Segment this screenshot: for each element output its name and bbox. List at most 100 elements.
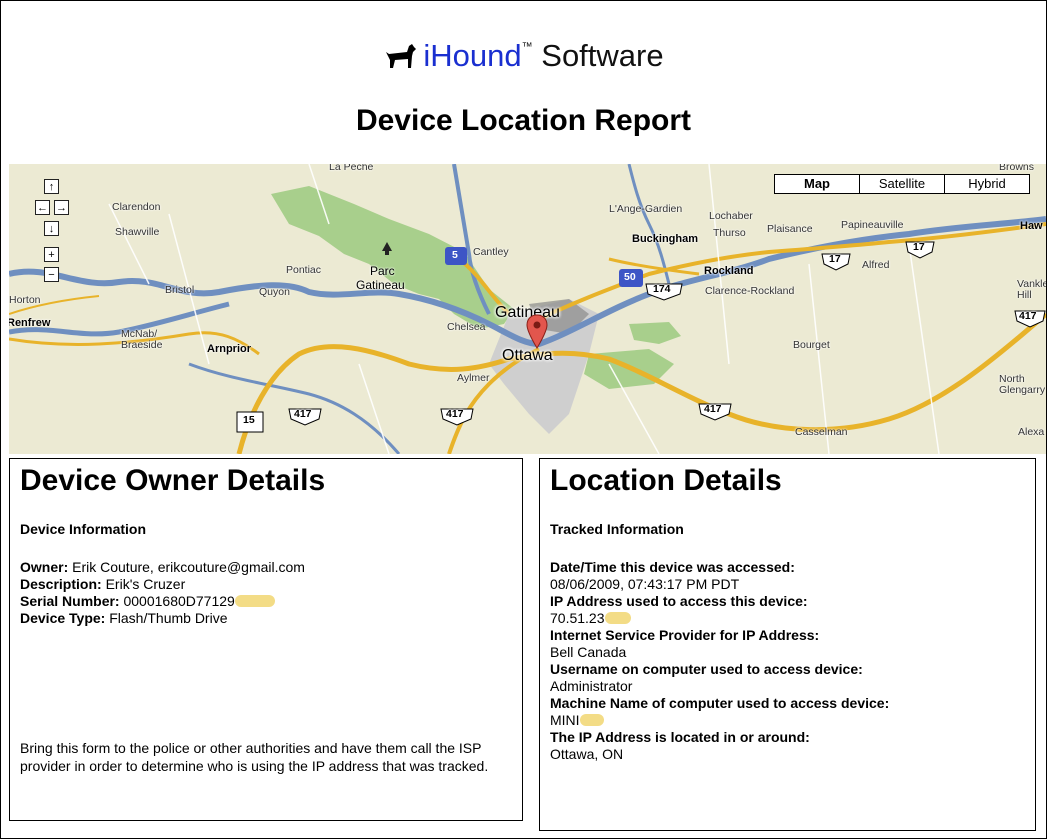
field-value: MINI — [550, 712, 580, 728]
map-label: Arnprior — [207, 343, 251, 355]
field-value: 70.51.23 — [550, 610, 605, 626]
ip-address-value: 70.51.23 — [550, 610, 1025, 627]
map-label: Renfrew — [9, 317, 51, 329]
zoom-out-button[interactable]: − — [44, 267, 59, 282]
map-label: Rockland — [704, 265, 754, 277]
machine-name-value: MINI — [550, 712, 1025, 729]
highway-shield: 50 — [624, 271, 636, 283]
map-label: Plaisance — [767, 223, 813, 235]
authorities-note: Bring this form to the police or other a… — [20, 740, 489, 774]
highway-shield: 5 — [452, 249, 458, 261]
location-subheading: Tracked Information — [550, 521, 684, 537]
map-label: Horton — [9, 294, 41, 306]
field-value: Flash/Thumb Drive — [109, 610, 228, 626]
map-label: Alexa — [1018, 426, 1045, 438]
map-label: Gatineau — [356, 278, 405, 292]
owner-details-panel: Device Owner Details Device Information … — [9, 458, 523, 821]
field-value: 00001680D77129 — [123, 593, 235, 609]
map-label: Papineauville — [841, 219, 904, 231]
map-label: Aylmer — [457, 372, 490, 384]
dog-icon — [383, 40, 417, 80]
map-label: Clarence-Rockland — [705, 285, 795, 297]
map-label: Lochaber — [709, 210, 753, 222]
highway-shield: 417 — [446, 408, 464, 420]
username-label: Username on computer used to access devi… — [550, 661, 1025, 678]
machine-name-label: Machine Name of computer used to access … — [550, 695, 1025, 712]
location-details-panel: Location Details Tracked Information Dat… — [539, 458, 1036, 831]
map-label: Haw — [1020, 220, 1043, 232]
location-field-list: Date/Time this device was accessed: 08/0… — [550, 559, 1025, 763]
map-label: Cantley — [473, 246, 509, 258]
pan-up-button[interactable]: ↑ — [44, 179, 59, 194]
field-label: Date/Time this device was accessed: — [550, 559, 795, 575]
serial-number-field: Serial Number: 00001680D77129 — [20, 593, 512, 610]
access-datetime-label: Date/Time this device was accessed: — [550, 559, 1025, 576]
page-title: Device Location Report — [355, 104, 692, 137]
map-label: Vankle Hill — [1017, 278, 1046, 301]
field-label: Machine Name of computer used to access … — [550, 695, 890, 711]
map-label: Thurso — [713, 227, 746, 239]
field-label: Description: — [20, 576, 102, 592]
device-type-field: Device Type: Flash/Thumb Drive — [20, 610, 512, 627]
map-label: Pontiac — [286, 264, 322, 276]
field-label: Owner: — [20, 559, 69, 575]
isp-value: Bell Canada — [550, 644, 627, 660]
zoom-in-button[interactable]: + — [44, 247, 59, 262]
username-value: Administrator — [550, 678, 633, 694]
map-type-hybrid-button[interactable]: Hybrid — [944, 174, 1030, 194]
map-label: Browns — [999, 164, 1035, 173]
highway-shield: 174 — [653, 283, 671, 295]
redaction-blur — [579, 714, 604, 726]
highway-shield: 417 — [704, 403, 722, 415]
map-label: L'Ange-Gardien — [609, 203, 683, 215]
report-page: iHound™ Software Device Location Report — [0, 0, 1047, 839]
field-label: Device Type: — [20, 610, 106, 626]
map-type-map-button[interactable]: Map — [774, 174, 860, 194]
isp-label: Internet Service Provider for IP Address… — [550, 627, 1025, 644]
map-label: Clarendon — [112, 201, 161, 213]
redaction-blur — [604, 612, 631, 624]
map-type-switcher: Map Satellite Hybrid — [774, 174, 1030, 194]
map-label: Bristol — [165, 284, 195, 296]
location-heading: Location Details — [550, 464, 782, 497]
highway-shield: 17 — [829, 253, 841, 265]
field-label: Username on computer used to access devi… — [550, 661, 863, 677]
map-label: Quyon — [259, 286, 290, 298]
located-around-value: Ottawa, ON — [550, 746, 624, 762]
pan-right-button[interactable]: → — [54, 200, 69, 215]
highway-shield: 15 — [243, 414, 255, 426]
map-label: Bourget — [793, 339, 830, 351]
field-value: Erik's Cruzer — [105, 576, 186, 592]
field-label: The IP Address is located in or around: — [550, 729, 810, 745]
owner-field-list: Owner: Erik Couture, erikcouture@gmail.c… — [20, 559, 512, 627]
map-label: North Glengarry — [999, 373, 1046, 396]
map-label: Casselman — [795, 426, 848, 438]
map-label: Parc — [370, 264, 395, 278]
map-label: Chelsea — [447, 321, 486, 333]
description-field: Description: Erik's Cruzer — [20, 576, 512, 593]
map-type-satellite-button[interactable]: Satellite — [859, 174, 945, 194]
field-label: Internet Service Provider for IP Address… — [550, 627, 820, 643]
owner-field: Owner: Erik Couture, erikcouture@gmail.c… — [20, 559, 512, 576]
field-value: Erik Couture, erikcouture@gmail.com — [72, 559, 305, 575]
highway-shield: 417 — [294, 408, 312, 420]
map-label: Shawville — [115, 226, 160, 238]
brand-name: iHound — [423, 38, 522, 73]
owner-subheading: Device Information — [20, 521, 147, 537]
pan-down-button[interactable]: ↓ — [44, 221, 59, 236]
brand-trademark: ™ — [521, 41, 533, 53]
highway-shield: 17 — [913, 241, 925, 253]
field-label: IP Address used to access this device: — [550, 593, 808, 609]
field-label: Serial Number: — [20, 593, 120, 609]
pan-left-button[interactable]: ← — [35, 200, 50, 215]
brand-logo: iHound™ Software — [1, 27, 1046, 80]
map-label: Buckingham — [632, 233, 699, 245]
brand-suffix: Software — [541, 38, 664, 73]
redaction-blur — [234, 595, 275, 607]
highway-shield: 417 — [1019, 310, 1037, 322]
location-map[interactable]: ↑ ← → ↓ + − La Peche Browns Clarendon Sh… — [9, 164, 1046, 454]
ip-address-label: IP Address used to access this device: — [550, 593, 1025, 610]
map-label: La Peche — [329, 164, 374, 173]
owner-heading: Device Owner Details — [20, 464, 326, 497]
access-datetime-value: 08/06/2009, 07:43:17 PM PDT — [550, 576, 740, 592]
